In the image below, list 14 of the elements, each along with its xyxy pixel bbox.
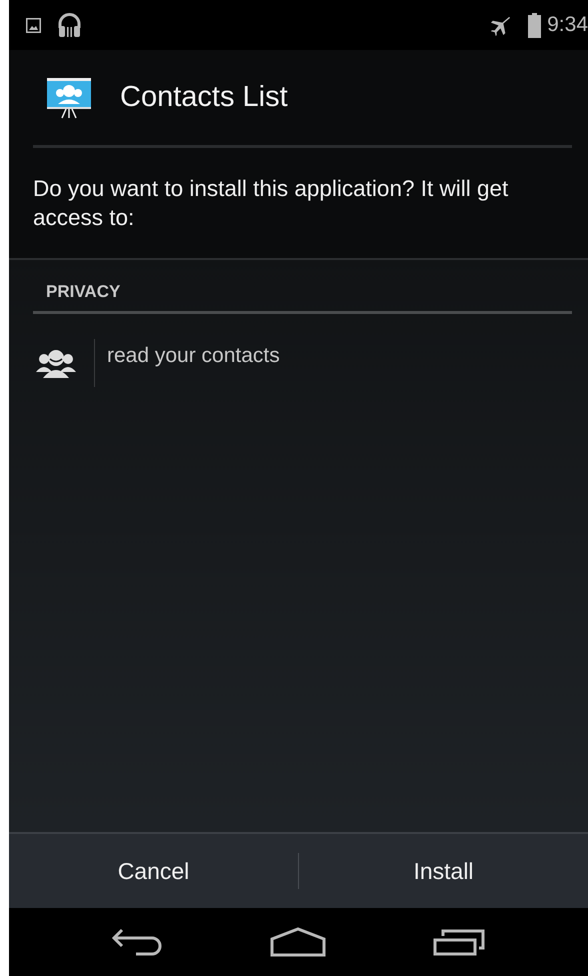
dialog-button[interactable]: Install bbox=[299, 834, 588, 908]
back-icon[interactable] bbox=[112, 928, 164, 956]
section-heading: PRIVACY bbox=[45, 281, 122, 303]
app-title: Contacts List bbox=[120, 81, 288, 114]
people-icon bbox=[36, 348, 76, 378]
headphones-icon bbox=[57, 12, 82, 38]
clock-time: 9:34 bbox=[547, 13, 588, 37]
app-icon bbox=[46, 76, 92, 118]
permission-label: read your contacts bbox=[106, 344, 280, 368]
home-icon[interactable] bbox=[270, 927, 326, 957]
recent-apps-icon[interactable] bbox=[432, 928, 485, 956]
battery-icon bbox=[528, 12, 542, 38]
dialog-button[interactable]: Cancel bbox=[9, 834, 298, 908]
image-icon bbox=[26, 18, 41, 32]
